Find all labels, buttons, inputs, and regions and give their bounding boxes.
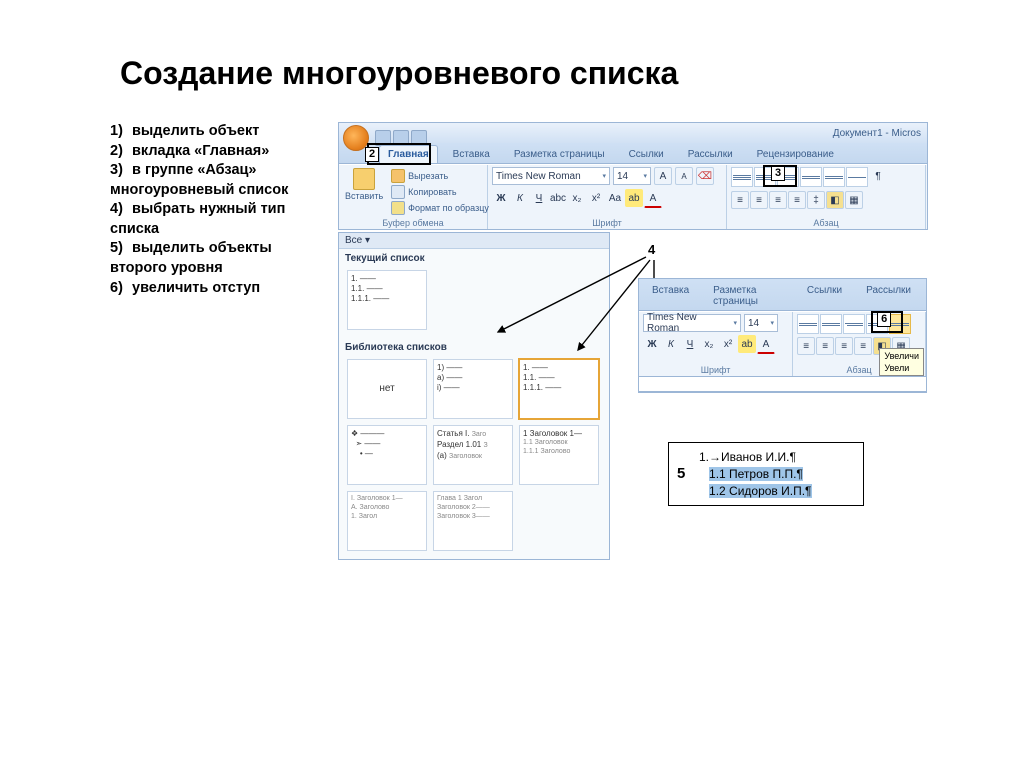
clear-format-button[interactable]: ⌫ [696, 167, 714, 185]
sample-line-2: 1.1 Петров П.П.¶ [699, 466, 853, 483]
fc-2[interactable]: A [757, 335, 775, 354]
callout-4: 4 [648, 242, 655, 257]
align-justify-button[interactable]: ≡ [788, 191, 806, 209]
word-ribbon-fragment: Вставка Разметка страницы Ссылки Рассылк… [638, 278, 927, 393]
numbering-2[interactable] [820, 314, 842, 334]
list-thumb-current[interactable]: 1. ——1.1. ——1.1.1. —— [347, 270, 427, 330]
al-l-2[interactable]: ≡ [797, 337, 815, 355]
qat-save[interactable] [375, 130, 391, 146]
sub-2[interactable]: x₂ [700, 335, 718, 353]
list-thumb-decimal[interactable]: 1. —— 1.1. —— 1.1.1. —— [519, 359, 599, 419]
al-j-2[interactable]: ≡ [854, 337, 872, 355]
strike-button[interactable]: abc [549, 189, 567, 207]
align-left-button[interactable]: ≡ [731, 191, 749, 209]
superscript-button[interactable]: x² [587, 189, 605, 207]
list-thumb-article[interactable]: Статья I. Заго Раздел 1.01 З (a) Заголов… [433, 425, 513, 485]
tab-refs-2[interactable]: Ссылки [798, 281, 851, 310]
font-size-combo[interactable]: 14▾ [613, 167, 651, 185]
dd-library-label: Библиотека списков [339, 338, 609, 355]
italic-button-2[interactable]: К [662, 335, 680, 353]
ruler [639, 376, 926, 392]
borders-button[interactable]: ▦ [845, 191, 863, 209]
increase-indent-button[interactable] [823, 167, 845, 187]
callout-3: 3 [771, 166, 785, 181]
underline-button[interactable]: Ч [530, 189, 548, 207]
grow-font-button[interactable]: A [654, 167, 672, 185]
font-name-combo-2[interactable]: Times New Roman▾ [643, 314, 741, 332]
shrink-font-button[interactable]: A [675, 167, 693, 185]
slide-title: Создание многоуровневого списка [120, 55, 940, 92]
list-thumb-chapter[interactable]: Глава 1 ЗаголЗаголовок 2——Заголовок 3—— [433, 491, 513, 551]
word-ribbon-main: Документ1 - Micros 2 Главная Вставка Раз… [338, 122, 928, 230]
callout-6: 6 [877, 312, 891, 327]
paste-button[interactable]: Вставить [343, 167, 385, 202]
underline-button-2[interactable]: Ч [681, 335, 699, 353]
align-center-button[interactable]: ≡ [750, 191, 768, 209]
bold-button-2[interactable]: Ж [643, 335, 661, 353]
list-thumb-heading[interactable]: 1 Заголовок 1—1.1 Заголовок1.1.1 Заголов… [519, 425, 599, 485]
tab-refs[interactable]: Ссылки [620, 145, 673, 163]
qat-undo[interactable] [393, 130, 409, 146]
paragraph-group-label: Абзац [727, 218, 925, 228]
dd-all-label[interactable]: Все ▾ [345, 235, 370, 246]
sample-list-box: 5 1.→Иванов И.И.¶ 1.1 Петров П.П.¶ 1.2 С… [668, 442, 864, 506]
tab-mail-2[interactable]: Рассылки [857, 281, 920, 310]
bullets-2[interactable] [797, 314, 819, 334]
italic-button[interactable]: К [511, 189, 529, 207]
window-title: Документ1 - Micros [833, 128, 921, 139]
tab-layout[interactable]: Разметка страницы [505, 145, 614, 163]
shading-button[interactable]: ◧ [826, 191, 844, 209]
tab-home[interactable]: 2 Главная [379, 145, 438, 163]
tab-insert[interactable]: Вставка [444, 145, 499, 163]
change-case-button[interactable]: Aa [606, 189, 624, 207]
hl-2[interactable]: ab [738, 335, 756, 353]
tab-review[interactable]: Рецензирование [748, 145, 843, 163]
line-spacing-button[interactable]: ‡ [807, 191, 825, 209]
increase-indent-button-2[interactable] [889, 314, 911, 334]
instruction-list: 1)выделить объект 2)вкладка «Главная» 3)… [110, 122, 320, 298]
list-thumb-roman[interactable]: I. Заголовок 1— A. Заголово 1. Загол [347, 491, 427, 551]
bullets-button[interactable] [731, 167, 753, 187]
font-name-combo[interactable]: Times New Roman▾ [492, 167, 610, 185]
decrease-indent-button[interactable] [800, 167, 822, 187]
tab-insert-2[interactable]: Вставка [643, 281, 698, 310]
show-marks-button[interactable]: ¶ [869, 167, 887, 185]
font-color-button[interactable]: A [644, 189, 662, 208]
font-size-combo-2[interactable]: 14▾ [744, 314, 778, 332]
tab-layout-2[interactable]: Разметка страницы [704, 281, 792, 310]
format-painter-button[interactable]: Формат по образцу [391, 201, 489, 215]
copy-button[interactable]: Копировать [391, 185, 489, 199]
callout-5: 5 [677, 465, 685, 482]
sample-line-1: 1.→Иванов И.И.¶ [699, 449, 853, 466]
multilevel-2[interactable] [843, 314, 865, 334]
list-thumb-paren[interactable]: 1) ——a) —— i) —— [433, 359, 513, 419]
list-thumb-none[interactable]: нет [347, 359, 427, 419]
clipboard-group-label: Буфер обмена [339, 218, 487, 228]
bold-button[interactable]: Ж [492, 189, 510, 207]
qat-redo[interactable] [411, 130, 427, 146]
highlight-button[interactable]: ab [625, 189, 643, 207]
al-r-2[interactable]: ≡ [835, 337, 853, 355]
cut-button[interactable]: Вырезать [391, 169, 489, 183]
dd-current-label: Текущий список [339, 249, 609, 266]
list-thumb-symbols[interactable]: ❖ ——— ➣ —— • — [347, 425, 427, 485]
increase-indent-tooltip: Увеличи Увели [879, 348, 924, 376]
font-group-label-2: Шрифт [639, 365, 792, 375]
font-group-label: Шрифт [488, 218, 726, 228]
sort-button[interactable] [846, 167, 868, 187]
align-right-button[interactable]: ≡ [769, 191, 787, 209]
sample-line-3: 1.2 Сидоров И.П.¶ [699, 483, 853, 500]
sup-2[interactable]: x² [719, 335, 737, 353]
tab-mail[interactable]: Рассылки [679, 145, 742, 163]
subscript-button[interactable]: x₂ [568, 189, 586, 207]
callout-2: 2 [365, 147, 379, 162]
multilevel-list-dropdown: Все ▾ Текущий список 1. ——1.1. ——1.1.1. … [338, 232, 610, 560]
al-c-2[interactable]: ≡ [816, 337, 834, 355]
